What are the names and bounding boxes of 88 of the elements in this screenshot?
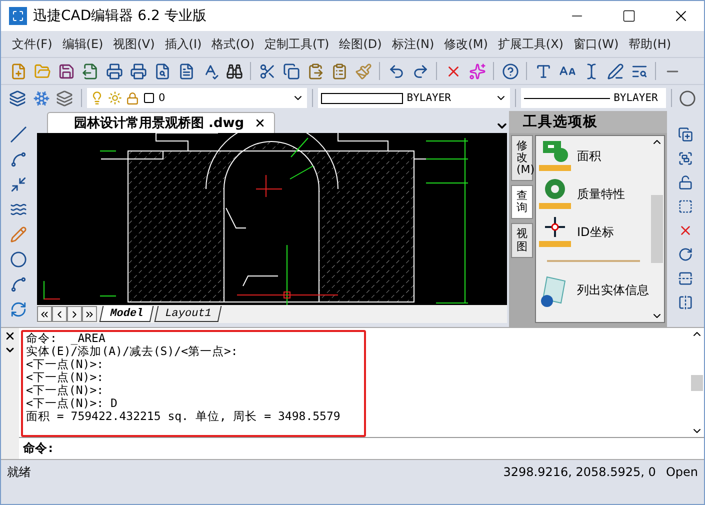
close-panel-icon[interactable]: [4, 330, 16, 342]
color-dropdown[interactable]: BYLAYER: [318, 88, 510, 108]
text-pen-icon[interactable]: [606, 62, 624, 80]
torus-ruler-icon[interactable]: [539, 177, 571, 211]
printer-icon[interactable]: [106, 62, 122, 80]
command-line: <下一点(N)>:: [26, 358, 105, 371]
crosshair-ruler-icon[interactable]: [539, 215, 571, 249]
cut-icon[interactable]: [258, 62, 276, 80]
command-input-field[interactable]: 命令:: [19, 437, 704, 458]
refresh-icon[interactable]: [10, 300, 26, 318]
status-text: 就绪: [7, 464, 31, 480]
layout-tab[interactable]: Layout1: [154, 306, 222, 322]
maximize-icon[interactable]: [622, 9, 636, 23]
mirror-icon[interactable]: [678, 294, 693, 310]
menu-item[interactable]: 编辑(E): [57, 33, 108, 55]
dashed-square-icon[interactable]: [678, 198, 693, 214]
command-line: <下一点(N)>:: [26, 384, 105, 397]
export-file-icon[interactable]: [82, 62, 98, 80]
binoculars-icon[interactable]: [226, 62, 242, 80]
sun-icon: [108, 91, 122, 105]
palette-item[interactable]: ID坐标: [577, 224, 614, 240]
command-line: <下一点(N)>: D: [26, 397, 118, 410]
palette-tab[interactable]: 视图: [511, 223, 533, 258]
palette-tab[interactable]: 查询: [511, 185, 533, 220]
first-layout-icon[interactable]: [39, 308, 50, 320]
menu-item[interactable]: 插入(I): [160, 33, 207, 55]
scrollbar-thumb[interactable]: [651, 195, 663, 263]
menu-item[interactable]: 绘图(D): [334, 33, 387, 55]
redo-icon[interactable]: [412, 62, 428, 80]
layer-dropdown[interactable]: 0: [86, 88, 307, 108]
freehand-icon[interactable]: [10, 226, 26, 242]
menu-item[interactable]: 帮助(H): [624, 33, 676, 55]
last-layout-icon[interactable]: [84, 308, 95, 320]
circle-tool-icon[interactable]: [10, 250, 26, 268]
tab-title: 园林设计常用景观桥图 .dwg: [74, 115, 244, 132]
palette-title: 工具选项板: [509, 111, 667, 133]
copy-objects-icon[interactable]: [678, 126, 693, 142]
lock-icon: [126, 92, 139, 104]
menu-item[interactable]: 修改(M): [439, 33, 493, 55]
palette-item[interactable]: 质量特性: [577, 186, 625, 202]
print-preview-icon[interactable]: [154, 62, 170, 80]
color-square-icon: [142, 92, 155, 104]
command-line: <下一点(N)>:: [26, 371, 105, 384]
sparkle-icon[interactable]: [468, 62, 486, 80]
document-icon[interactable]: [178, 62, 194, 80]
arc-icon[interactable]: [10, 276, 26, 292]
clipboard-icon[interactable]: [330, 62, 348, 80]
menu-item[interactable]: 定制工具(T): [260, 33, 334, 55]
undo-icon[interactable]: [388, 62, 404, 80]
tab-close-icon[interactable]: [254, 117, 266, 129]
save-icon[interactable]: [58, 62, 74, 80]
menu-item[interactable]: 文件(F): [7, 33, 58, 55]
document-tab[interactable]: 园林设计常用景观桥图 .dwg: [47, 112, 276, 133]
layout-tab[interactable]: Model: [99, 306, 154, 322]
layer-freeze-icon[interactable]: [32, 90, 50, 106]
command-line: 实体(E)/添加(A)/减去(S)/<第一点>:: [26, 345, 239, 358]
menu-item[interactable]: 格式(O): [206, 33, 260, 55]
layer-search-icon[interactable]: [56, 90, 74, 106]
palette-item[interactable]: 列出实体信息: [577, 282, 649, 298]
text-icon[interactable]: [534, 62, 552, 80]
paste-icon[interactable]: [306, 62, 324, 80]
window-title: 迅捷CAD编辑器 6.2 专业版: [33, 7, 208, 25]
command-line: 面积 = 759422.432215 sq. 单位, 周长 = 3498.5579: [26, 410, 342, 423]
rotate-icon[interactable]: [678, 246, 693, 262]
menu-item[interactable]: 标注(N): [386, 33, 440, 55]
flip-icon[interactable]: [678, 270, 693, 286]
mode-text: Open: [666, 465, 698, 479]
command-line: 命令: _AREA: [26, 332, 106, 345]
polyline-icon[interactable]: [10, 150, 26, 168]
unlock-icon[interactable]: [678, 174, 693, 190]
new-file-icon[interactable]: [10, 62, 26, 80]
palette-tab[interactable]: 修改(M): [511, 135, 533, 182]
coordinates-text: 3298.9216, 2058.5925, 0: [503, 465, 656, 479]
copy-icon[interactable]: [282, 62, 300, 80]
line-tool-icon[interactable]: [10, 126, 26, 142]
menu-item[interactable]: 窗口(W): [568, 33, 624, 55]
group-icon[interactable]: [678, 150, 693, 166]
menu-item[interactable]: 视图(V): [108, 33, 160, 55]
layers-icon[interactable]: [9, 90, 26, 106]
circle-icon[interactable]: [678, 90, 696, 106]
app-logo-icon: [9, 7, 27, 25]
scrollbar-thumb[interactable]: [691, 374, 703, 390]
menu-item[interactable]: 扩展工具(X): [492, 33, 568, 55]
help-icon[interactable]: [502, 62, 518, 80]
area-ruler-icon[interactable]: [539, 139, 571, 173]
palette-item[interactable]: 面积: [577, 148, 601, 164]
linetype-dropdown[interactable]: BYLAYER: [520, 88, 666, 108]
printer-icon[interactable]: [130, 62, 146, 80]
